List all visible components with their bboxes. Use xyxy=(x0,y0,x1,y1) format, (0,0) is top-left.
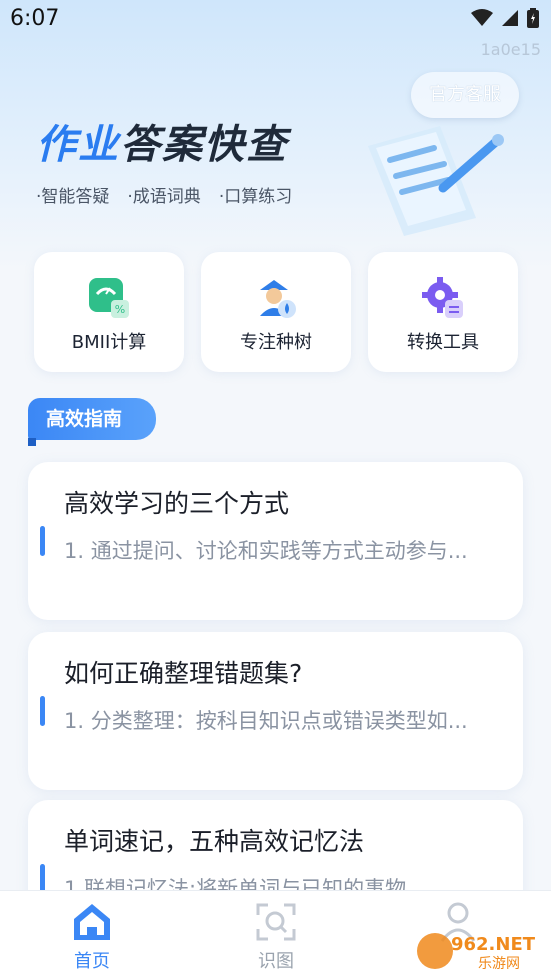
app-title: 作业答案快查 xyxy=(36,112,288,170)
article-accent-bar xyxy=(40,526,45,556)
tool-bmi-label: BMII计算 xyxy=(71,332,147,353)
guide-section-tag: 高效指南 xyxy=(28,398,156,446)
battery-icon xyxy=(527,8,539,28)
article-desc: 1. 通过提问、讨论和实践等方式主动参与... xyxy=(64,539,468,563)
home-icon xyxy=(74,904,110,940)
wifi-icon xyxy=(471,9,493,26)
tool-converter-card[interactable]: 转换工具 xyxy=(368,252,518,372)
scan-icon xyxy=(256,903,296,941)
watermark-sub: 乐游网 xyxy=(478,956,520,972)
tab-scan-label: 识图 xyxy=(258,951,294,972)
watermark-main: 962.NET xyxy=(451,934,536,955)
article-title: 如何正确整理错题集? xyxy=(64,659,303,688)
feature-item: ·智能答疑 xyxy=(36,187,110,207)
farmer-icon xyxy=(260,280,296,318)
document-illustration xyxy=(368,126,504,236)
article-card[interactable]: 如何正确整理错题集? 1. 分类整理：按科目知识点或错误类型如... xyxy=(28,632,523,790)
tool-bmi-card[interactable]: % BMII计算 xyxy=(34,252,184,372)
gear-icon xyxy=(422,277,463,318)
customer-service-button[interactable]: 官方客服 xyxy=(411,72,519,118)
status-bar: 6:07 xyxy=(0,0,551,38)
tool-grid: % BMII计算 专注种树 转换工具 xyxy=(34,252,518,372)
article-card[interactable]: 高效学习的三个方式 1. 通过提问、讨论和实践等方式主动参与... xyxy=(28,462,523,620)
article-title: 高效学习的三个方式 xyxy=(64,489,290,518)
tab-home[interactable]: 首页 xyxy=(32,891,152,980)
article-title: 单词速记，五种高效记忆法 xyxy=(64,827,365,856)
tool-focus-tree-card[interactable]: 专注种树 xyxy=(201,252,351,372)
svg-text:%: % xyxy=(115,303,125,316)
article-accent-bar xyxy=(40,696,45,726)
app-title-highlight: 作业 xyxy=(36,122,120,168)
version-label: 1a0e15 xyxy=(480,40,541,59)
signal-icon xyxy=(502,10,518,26)
status-time: 6:07 xyxy=(10,6,60,31)
feature-list: ·智能答疑 ·成语词典 ·口算练习 xyxy=(36,182,292,207)
tool-focus-tree-label: 专注种树 xyxy=(240,332,312,353)
app-title-rest: 答案快查 xyxy=(120,122,288,168)
feature-item: ·成语词典 xyxy=(127,187,201,207)
tab-scan[interactable]: 识图 xyxy=(216,891,336,980)
scale-icon: % xyxy=(89,278,129,318)
article-desc: 1. 分类整理：按科目知识点或错误类型如... xyxy=(64,709,468,733)
tab-home-label: 首页 xyxy=(74,951,110,972)
tool-converter-label: 转换工具 xyxy=(407,332,479,353)
site-watermark: 962.NET 乐游网 xyxy=(415,928,543,974)
status-icons xyxy=(471,8,539,28)
feature-item: ·口算练习 xyxy=(218,187,293,207)
